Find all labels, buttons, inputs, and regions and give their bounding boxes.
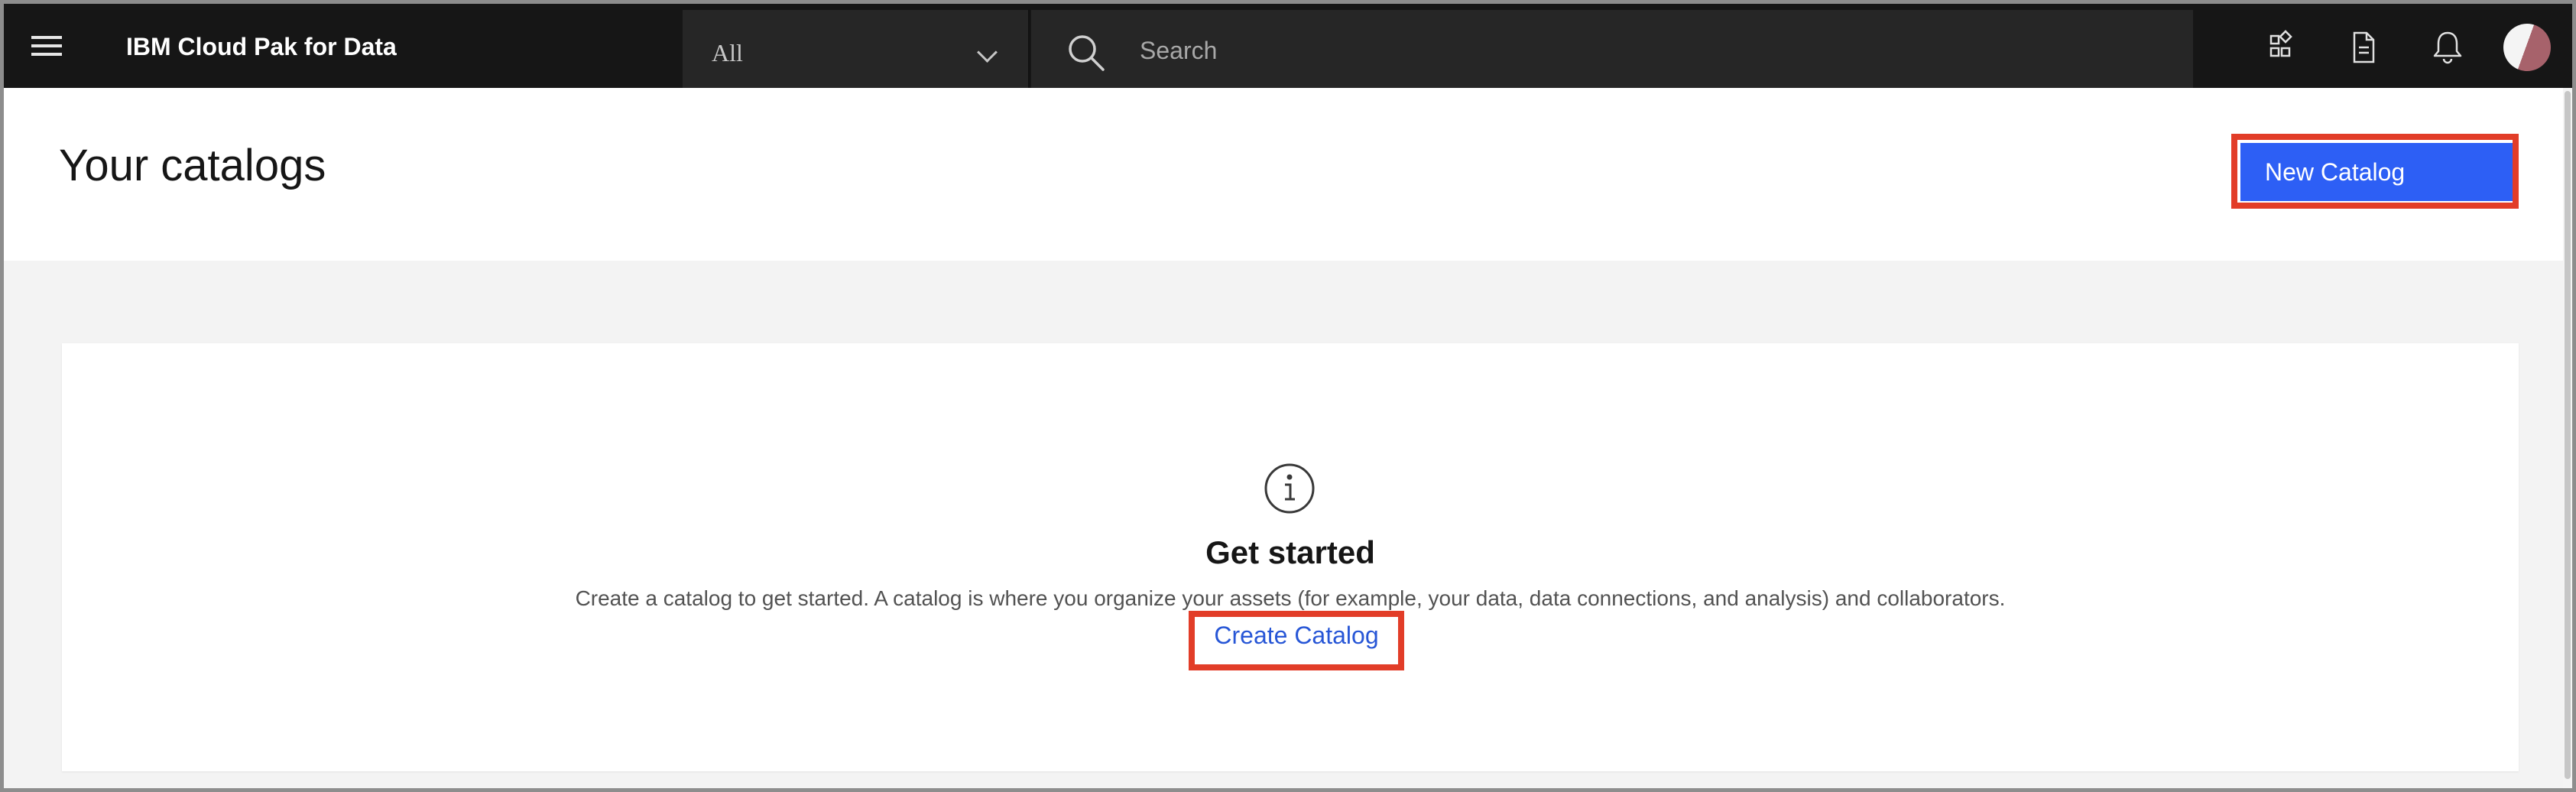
app-window: IBM Cloud Pak for Data All Search Your c… xyxy=(0,0,2576,792)
menu-icon[interactable] xyxy=(31,34,62,57)
user-avatar[interactable] xyxy=(2503,24,2551,71)
scope-dropdown[interactable]: All xyxy=(683,10,1030,88)
scope-dropdown-value: All xyxy=(712,39,743,67)
page-header: Your catalogs New Catalog xyxy=(4,88,2563,261)
notification-icon[interactable] xyxy=(2427,27,2468,68)
empty-state-card: Get started Create a catalog to get star… xyxy=(62,343,2519,771)
search-input[interactable] xyxy=(1138,28,2135,73)
page-title: Your catalogs xyxy=(59,141,326,190)
document-icon[interactable] xyxy=(2343,27,2384,68)
search-bar xyxy=(1031,10,2193,88)
scrollbar-thumb[interactable] xyxy=(2565,91,2571,779)
scrollbar[interactable] xyxy=(2563,88,2572,788)
new-catalog-button[interactable]: New Catalog xyxy=(2240,143,2513,201)
search-icon[interactable] xyxy=(1065,31,1108,74)
info-icon xyxy=(1264,463,1315,514)
create-catalog-link[interactable]: Create Catalog xyxy=(1198,622,1395,650)
product-name: IBM Cloud Pak for Data xyxy=(126,33,397,60)
empty-state-heading: Get started xyxy=(1205,534,1375,570)
empty-state-description: Create a catalog to get started. A catal… xyxy=(575,586,2006,610)
app-switcher-icon[interactable] xyxy=(2260,27,2302,68)
top-header: IBM Cloud Pak for Data All xyxy=(4,4,2572,88)
chevron-down-icon xyxy=(977,42,998,63)
